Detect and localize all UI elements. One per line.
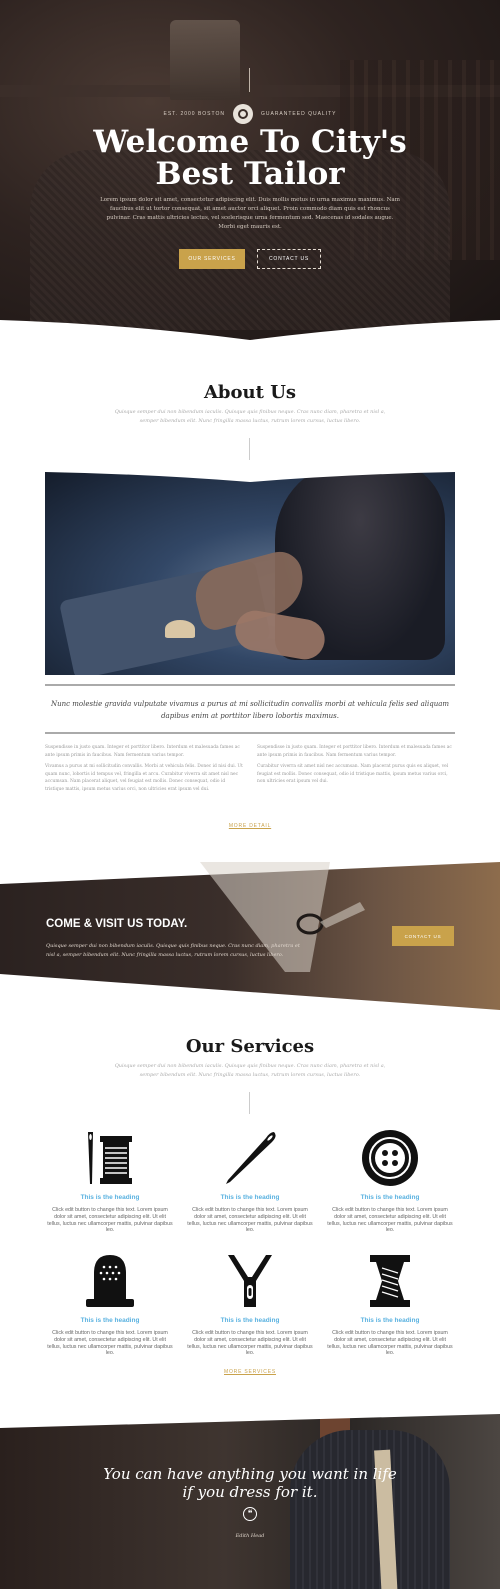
thimble-icon — [80, 1251, 140, 1311]
thread-spool-icon — [360, 1251, 420, 1311]
service-heading: This is the heading — [360, 1317, 420, 1324]
about-quote: Nunc molestie gravida vulputate vivamus … — [50, 700, 450, 720]
service-heading: This is the heading — [80, 1194, 140, 1201]
hero-bg-lamp — [170, 20, 240, 100]
sewing-button-icon — [232, 104, 253, 124]
about-column-left: Suspendisse in justo quam. Integer et po… — [45, 744, 243, 797]
service-card: This is the heading Click edit button to… — [45, 1128, 175, 1245]
service-card: This is the heading Click edit button to… — [185, 1251, 315, 1368]
about-col2-p2: Curabitur viverra sit amet nisl nec accu… — [257, 764, 449, 784]
services-title: Our Services — [185, 1036, 315, 1057]
about-text-columns: Suspendisse in justo quam. Integer et po… — [45, 744, 455, 797]
about-subtitle: Quisque semper dui non bibendum iaculis.… — [114, 409, 386, 424]
hero-buttons: OUR SERVICES CONTACT US — [0, 249, 500, 269]
about-col1-p1: Suspendisse in justo quam. Integer et po… — [45, 745, 240, 758]
service-card: This is the heading Click edit button to… — [325, 1251, 455, 1368]
more-detail-link[interactable]: MORE DETAIL — [0, 823, 500, 829]
service-card: This is the heading Click edit button to… — [325, 1128, 455, 1245]
about-title: About Us — [203, 382, 297, 403]
service-card: This is the heading Click edit button to… — [185, 1128, 315, 1245]
service-text: Click edit button to change this text. L… — [47, 1207, 173, 1234]
hero-title-line1: Welcome To City's — [93, 124, 407, 160]
quote-icon: ❝ — [243, 1507, 257, 1521]
more-services-link[interactable]: MORE SERVICES — [0, 1369, 500, 1375]
visit-text: Quisque semper dui non bibendum iaculis.… — [46, 943, 300, 958]
testimonial-quote-line2: if you dress for it. — [182, 1483, 318, 1501]
service-heading: This is the heading — [220, 1317, 280, 1324]
service-heading: This is the heading — [220, 1194, 280, 1201]
hero-divider-line — [249, 68, 250, 92]
service-text: Click edit button to change this text. L… — [47, 1330, 173, 1357]
services-subtitle: Quisque semper dui non bibendum iaculis.… — [114, 1063, 386, 1078]
hero-contact-button[interactable]: CONTACT US — [257, 249, 321, 269]
visit-contact-button[interactable]: CONTACT US — [392, 926, 454, 946]
service-heading: This is the heading — [360, 1194, 420, 1201]
hero-badge-est: EST. 2000 BOSTON — [163, 111, 225, 117]
about-col1-p2: Vivamus a purus at mi sollicitudin conva… — [45, 764, 243, 792]
service-card: This is the heading Click edit button to… — [45, 1251, 175, 1368]
sewing-needle-icon — [220, 1128, 280, 1188]
service-text: Click edit button to change this text. L… — [327, 1207, 453, 1234]
tailor-cutting-fabric-image — [45, 470, 455, 675]
hero-title-line2: Best Tailor — [155, 156, 345, 192]
service-heading: This is the heading — [80, 1317, 140, 1324]
testimonial-author: Edith Head — [235, 1533, 265, 1539]
zipper-icon — [220, 1251, 280, 1311]
service-text: Click edit button to change this text. L… — [327, 1330, 453, 1357]
image-top-curve — [45, 470, 455, 482]
service-text: Click edit button to change this text. L… — [187, 1330, 313, 1357]
services-divider-line — [249, 1092, 250, 1114]
testimonial-quote: You can have anything you want in life i… — [0, 1465, 500, 1501]
needle-and-thread-spool-icon — [80, 1128, 140, 1188]
visit-title: COME & VISIT US TODAY. — [46, 918, 188, 930]
hero-bottom-curve — [0, 320, 500, 340]
testimonial-quote-line1: You can have anything you want in life — [103, 1465, 397, 1483]
hero-badge-quality: GUARANTEED QUALITY — [260, 111, 337, 117]
hero-lead-text: Lorem ipsum dolor sit amet, consectetur … — [100, 197, 400, 230]
mannequin-with-suit — [290, 1430, 450, 1589]
our-services-button[interactable]: OUR SERVICES — [179, 249, 245, 269]
about-col2-p1: Suspendisse in justo quam. Integer et po… — [257, 745, 452, 758]
testimonial-top-edge — [0, 1410, 500, 1428]
about-quote-block: Nunc molestie gravida vulputate vivamus … — [45, 684, 455, 734]
hero-title: Welcome To City's Best Tailor — [0, 126, 500, 190]
service-text: Click edit button to change this text. L… — [187, 1207, 313, 1234]
hero-section: EST. 2000 BOSTON GUARANTEED QUALITY Welc… — [0, 0, 500, 340]
about-divider-line — [249, 438, 250, 460]
button-icon — [360, 1128, 420, 1188]
about-column-right: Suspendisse in justo quam. Integer et po… — [257, 744, 455, 797]
services-grid: This is the heading Click edit button to… — [45, 1128, 455, 1368]
hero-badge: EST. 2000 BOSTON GUARANTEED QUALITY — [0, 104, 500, 124]
